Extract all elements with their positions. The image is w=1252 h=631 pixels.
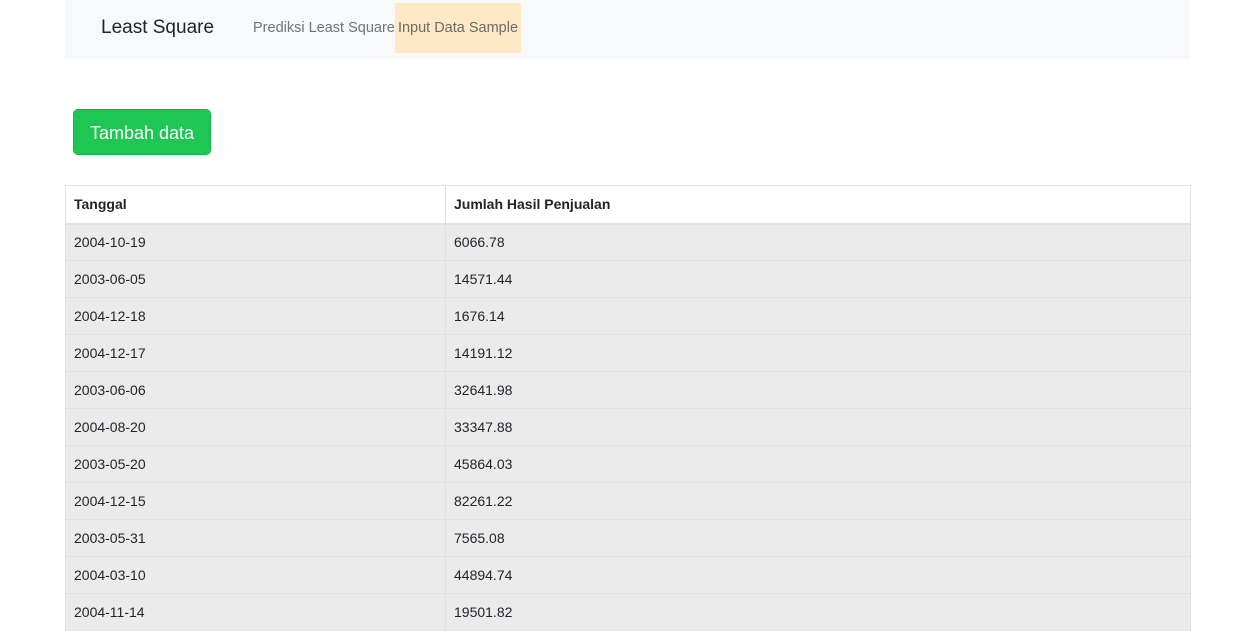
table-row: 2003-06-05 14571.44	[65, 260, 1191, 298]
sales-data-table: Tanggal Jumlah Hasil Penjualan 2004-10-1…	[65, 185, 1191, 631]
amount-cell: 14191.12	[445, 334, 1191, 372]
table-row: 2003-06-06 32641.98	[65, 371, 1191, 409]
date-cell: 2003-05-31	[65, 519, 446, 557]
table-row: 2004-12-15 82261.22	[65, 482, 1191, 520]
date-cell: 2003-05-20	[65, 445, 446, 483]
date-cell: 2004-10-19	[65, 223, 446, 261]
column-header-tanggal: Tanggal	[65, 185, 446, 225]
date-cell: 2004-12-17	[65, 334, 446, 372]
table-row: 2004-12-17 14191.12	[65, 334, 1191, 372]
table-row: 2004-03-10 44894.74	[65, 556, 1191, 594]
date-cell: 2004-12-15	[65, 482, 446, 520]
date-cell: 2004-03-10	[65, 556, 446, 594]
table-row: 2004-11-14 19501.82	[65, 593, 1191, 631]
amount-cell: 44894.74	[445, 556, 1191, 594]
nav-link-input-data-sample[interactable]: Input Data Sample	[395, 3, 521, 53]
table-row: 2003-05-20 45864.03	[65, 445, 1191, 483]
date-cell: 2003-06-05	[65, 260, 446, 298]
amount-cell: 6066.78	[445, 223, 1191, 261]
date-cell: 2004-12-18	[65, 297, 446, 335]
table-row: 2003-05-31 7565.08	[65, 519, 1191, 557]
amount-cell: 7565.08	[445, 519, 1191, 557]
table-header-row: Tanggal Jumlah Hasil Penjualan	[65, 185, 1191, 225]
date-cell: 2004-08-20	[65, 408, 446, 446]
add-data-button[interactable]: Tambah data	[73, 109, 211, 155]
table-row: 2004-08-20 33347.88	[65, 408, 1191, 446]
amount-cell: 19501.82	[445, 593, 1191, 631]
date-cell: 2004-11-14	[65, 593, 446, 631]
table-row: 2004-12-18 1676.14	[65, 297, 1191, 335]
amount-cell: 82261.22	[445, 482, 1191, 520]
table-row: 2004-10-19 6066.78	[65, 223, 1191, 261]
column-header-jumlah: Jumlah Hasil Penjualan	[445, 185, 1191, 225]
amount-cell: 32641.98	[445, 371, 1191, 409]
nav-link-prediksi[interactable]: Prediksi Least Square	[253, 3, 395, 53]
data-table-container: Tanggal Jumlah Hasil Penjualan 2004-10-1…	[65, 185, 1191, 631]
amount-cell: 33347.88	[445, 408, 1191, 446]
navbar-brand[interactable]: Least Square	[101, 16, 214, 40]
amount-cell: 14571.44	[445, 260, 1191, 298]
amount-cell: 45864.03	[445, 445, 1191, 483]
navbar: Least Square Prediksi Least Square Input…	[65, 0, 1190, 59]
amount-cell: 1676.14	[445, 297, 1191, 335]
date-cell: 2003-06-06	[65, 371, 446, 409]
